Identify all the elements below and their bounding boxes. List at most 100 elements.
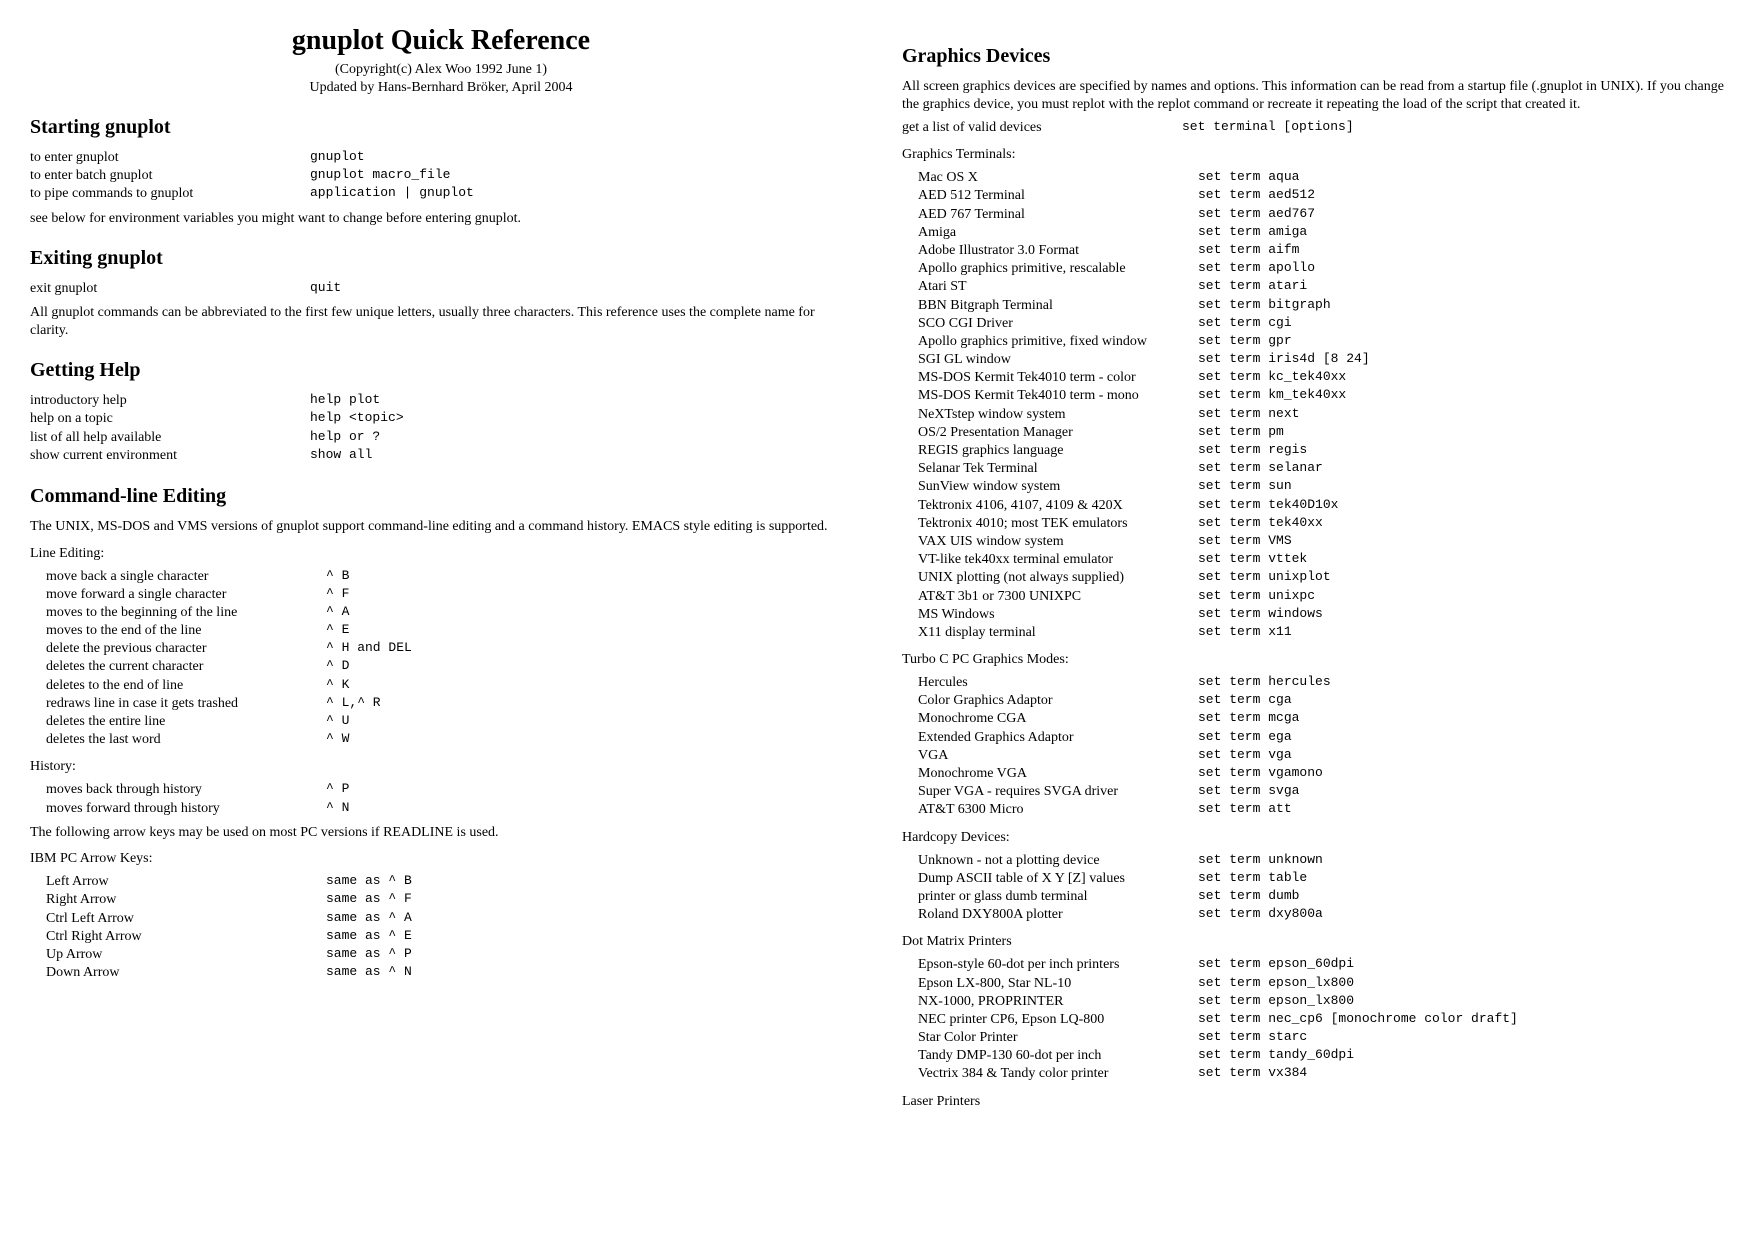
row-label: to enter batch gnuplot xyxy=(30,167,310,185)
updated-line: Updated by Hans-Bernhard Bröker, April 2… xyxy=(30,79,852,97)
row-label: deletes to the end of line xyxy=(30,677,326,695)
hardcopy-rows: Unknown - not a plotting deviceset term … xyxy=(902,852,1724,925)
row-label: Ctrl Left Arrow xyxy=(30,910,326,928)
table-row: list of all help availablehelp or ? xyxy=(30,429,852,447)
row-command: gnuplot macro_file xyxy=(310,167,450,185)
help-rows: introductory helphelp plothelp on a topi… xyxy=(30,392,852,465)
row-label: Monochrome VGA xyxy=(902,765,1198,783)
row-command: set term atari xyxy=(1198,278,1307,296)
row-label: VGA xyxy=(902,747,1198,765)
row-label: move forward a single character xyxy=(30,586,326,604)
list-devices-row: get a list of valid devices set terminal… xyxy=(902,119,1724,137)
row-command: set term bitgraph xyxy=(1198,297,1331,315)
line-editing-label: Line Editing: xyxy=(30,546,852,562)
table-row: OS/2 Presentation Managerset term pm xyxy=(902,424,1724,442)
row-command: set term next xyxy=(1198,406,1299,424)
table-row: Left Arrowsame as ^ B xyxy=(30,873,852,891)
row-command: ^ D xyxy=(326,658,349,676)
table-row: Ctrl Left Arrowsame as ^ A xyxy=(30,910,852,928)
row-command: ^ P xyxy=(326,781,349,799)
turbo-label: Turbo C PC Graphics Modes: xyxy=(902,652,1724,668)
table-row: Adobe Illustrator 3.0 Formatset term aif… xyxy=(902,242,1724,260)
row-command: set term aed767 xyxy=(1198,206,1315,224)
copyright-line: (Copyright(c) Alex Woo 1992 June 1) xyxy=(30,61,852,79)
row-label: AT&T 3b1 or 7300 UNIXPC xyxy=(902,588,1198,606)
row-label: AT&T 6300 Micro xyxy=(902,801,1198,819)
table-row: Super VGA - requires SVGA driverset term… xyxy=(902,783,1724,801)
row-command: ^ E xyxy=(326,622,349,640)
table-row: Extended Graphics Adaptorset term ega xyxy=(902,729,1724,747)
row-label: Tektronix 4106, 4107, 4109 & 420X xyxy=(902,497,1198,515)
table-row: BBN Bitgraph Terminalset term bitgraph xyxy=(902,297,1724,315)
table-row: show current environmentshow all xyxy=(30,447,852,465)
row-command: same as ^ P xyxy=(326,946,412,964)
row-label: Unknown - not a plotting device xyxy=(902,852,1198,870)
cmdline-intro: The UNIX, MS-DOS and VMS versions of gnu… xyxy=(30,518,852,536)
row-command: same as ^ E xyxy=(326,928,412,946)
row-label: Star Color Printer xyxy=(902,1029,1198,1047)
table-row: to enter gnuplotgnuplot xyxy=(30,149,852,167)
table-row: exit gnuplotquit xyxy=(30,280,852,298)
table-row: NeXTstep window systemset term next xyxy=(902,406,1724,424)
row-command: set term windows xyxy=(1198,606,1323,624)
row-label: Up Arrow xyxy=(30,946,326,964)
arrow-keys-label: IBM PC Arrow Keys: xyxy=(30,851,852,867)
table-row: Ctrl Right Arrowsame as ^ E xyxy=(30,928,852,946)
dotmatrix-rows: Epson-style 60-dot per inch printersset … xyxy=(902,956,1724,1083)
row-command: quit xyxy=(310,280,341,298)
table-row: UNIX plotting (not always supplied)set t… xyxy=(902,569,1724,587)
table-row: help on a topichelp <topic> xyxy=(30,410,852,428)
table-row: deletes the current character^ D xyxy=(30,658,852,676)
table-row: SCO CGI Driverset term cgi xyxy=(902,315,1724,333)
row-label: deletes the entire line xyxy=(30,713,326,731)
row-command: ^ N xyxy=(326,800,349,818)
row-command: set term att xyxy=(1198,801,1292,819)
row-command: set term gpr xyxy=(1198,333,1292,351)
row-label: help on a topic xyxy=(30,410,310,428)
row-command: set term VMS xyxy=(1198,533,1292,551)
row-command: set term unixplot xyxy=(1198,569,1331,587)
table-row: MS-DOS Kermit Tek4010 term - monoset ter… xyxy=(902,387,1724,405)
row-command: set term iris4d [8 24] xyxy=(1198,351,1370,369)
table-row: Roland DXY800A plotterset term dxy800a xyxy=(902,906,1724,924)
table-row: to enter batch gnuplotgnuplot macro_file xyxy=(30,167,852,185)
history-label: History: xyxy=(30,759,852,775)
row-label: MS-DOS Kermit Tek4010 term - color xyxy=(902,369,1198,387)
terminals-rows: Mac OS Xset term aquaAED 512 Terminalset… xyxy=(902,169,1724,642)
row-label: Adobe Illustrator 3.0 Format xyxy=(902,242,1198,260)
hardcopy-label: Hardcopy Devices: xyxy=(902,830,1724,846)
row-label: Hercules xyxy=(902,674,1198,692)
row-command: set term amiga xyxy=(1198,224,1307,242)
table-row: NX-1000, PROPRINTERset term epson_lx800 xyxy=(902,993,1724,1011)
row-label: Tektronix 4010; most TEK emulators xyxy=(902,515,1198,533)
row-command: set term apollo xyxy=(1198,260,1315,278)
table-row: VAX UIS window systemset term VMS xyxy=(902,533,1724,551)
row-command: set term ega xyxy=(1198,729,1292,747)
row-command: help <topic> xyxy=(310,410,404,428)
exiting-rows: exit gnuplotquit xyxy=(30,280,852,298)
list-devices-cmd: set terminal [options] xyxy=(1182,119,1354,137)
table-row: printer or glass dumb terminalset term d… xyxy=(902,888,1724,906)
row-command: ^ U xyxy=(326,713,349,731)
row-command: same as ^ F xyxy=(326,891,412,909)
row-command: set term dxy800a xyxy=(1198,906,1323,924)
row-label: VAX UIS window system xyxy=(902,533,1198,551)
table-row: VGAset term vga xyxy=(902,747,1724,765)
row-label: REGIS graphics language xyxy=(902,442,1198,460)
table-row: Monochrome VGAset term vgamono xyxy=(902,765,1724,783)
row-command: ^ L,^ R xyxy=(326,695,381,713)
row-label: OS/2 Presentation Manager xyxy=(902,424,1198,442)
row-command: show all xyxy=(310,447,372,465)
line-editing-rows: move back a single character^ Bmove forw… xyxy=(30,568,852,750)
row-label: AED 512 Terminal xyxy=(902,187,1198,205)
row-label: BBN Bitgraph Terminal xyxy=(902,297,1198,315)
row-command: set term table xyxy=(1198,870,1307,888)
history-rows: moves back through history^ Pmoves forwa… xyxy=(30,781,852,817)
row-command: set term nec_cp6 [monochrome color draft… xyxy=(1198,1011,1518,1029)
row-command: set term sun xyxy=(1198,478,1292,496)
row-label: deletes the current character xyxy=(30,658,326,676)
table-row: to pipe commands to gnuplotapplication |… xyxy=(30,185,852,203)
table-row: Selanar Tek Terminalset term selanar xyxy=(902,460,1724,478)
row-label: moves forward through history xyxy=(30,800,326,818)
row-label: Tandy DMP-130 60-dot per inch xyxy=(902,1047,1198,1065)
